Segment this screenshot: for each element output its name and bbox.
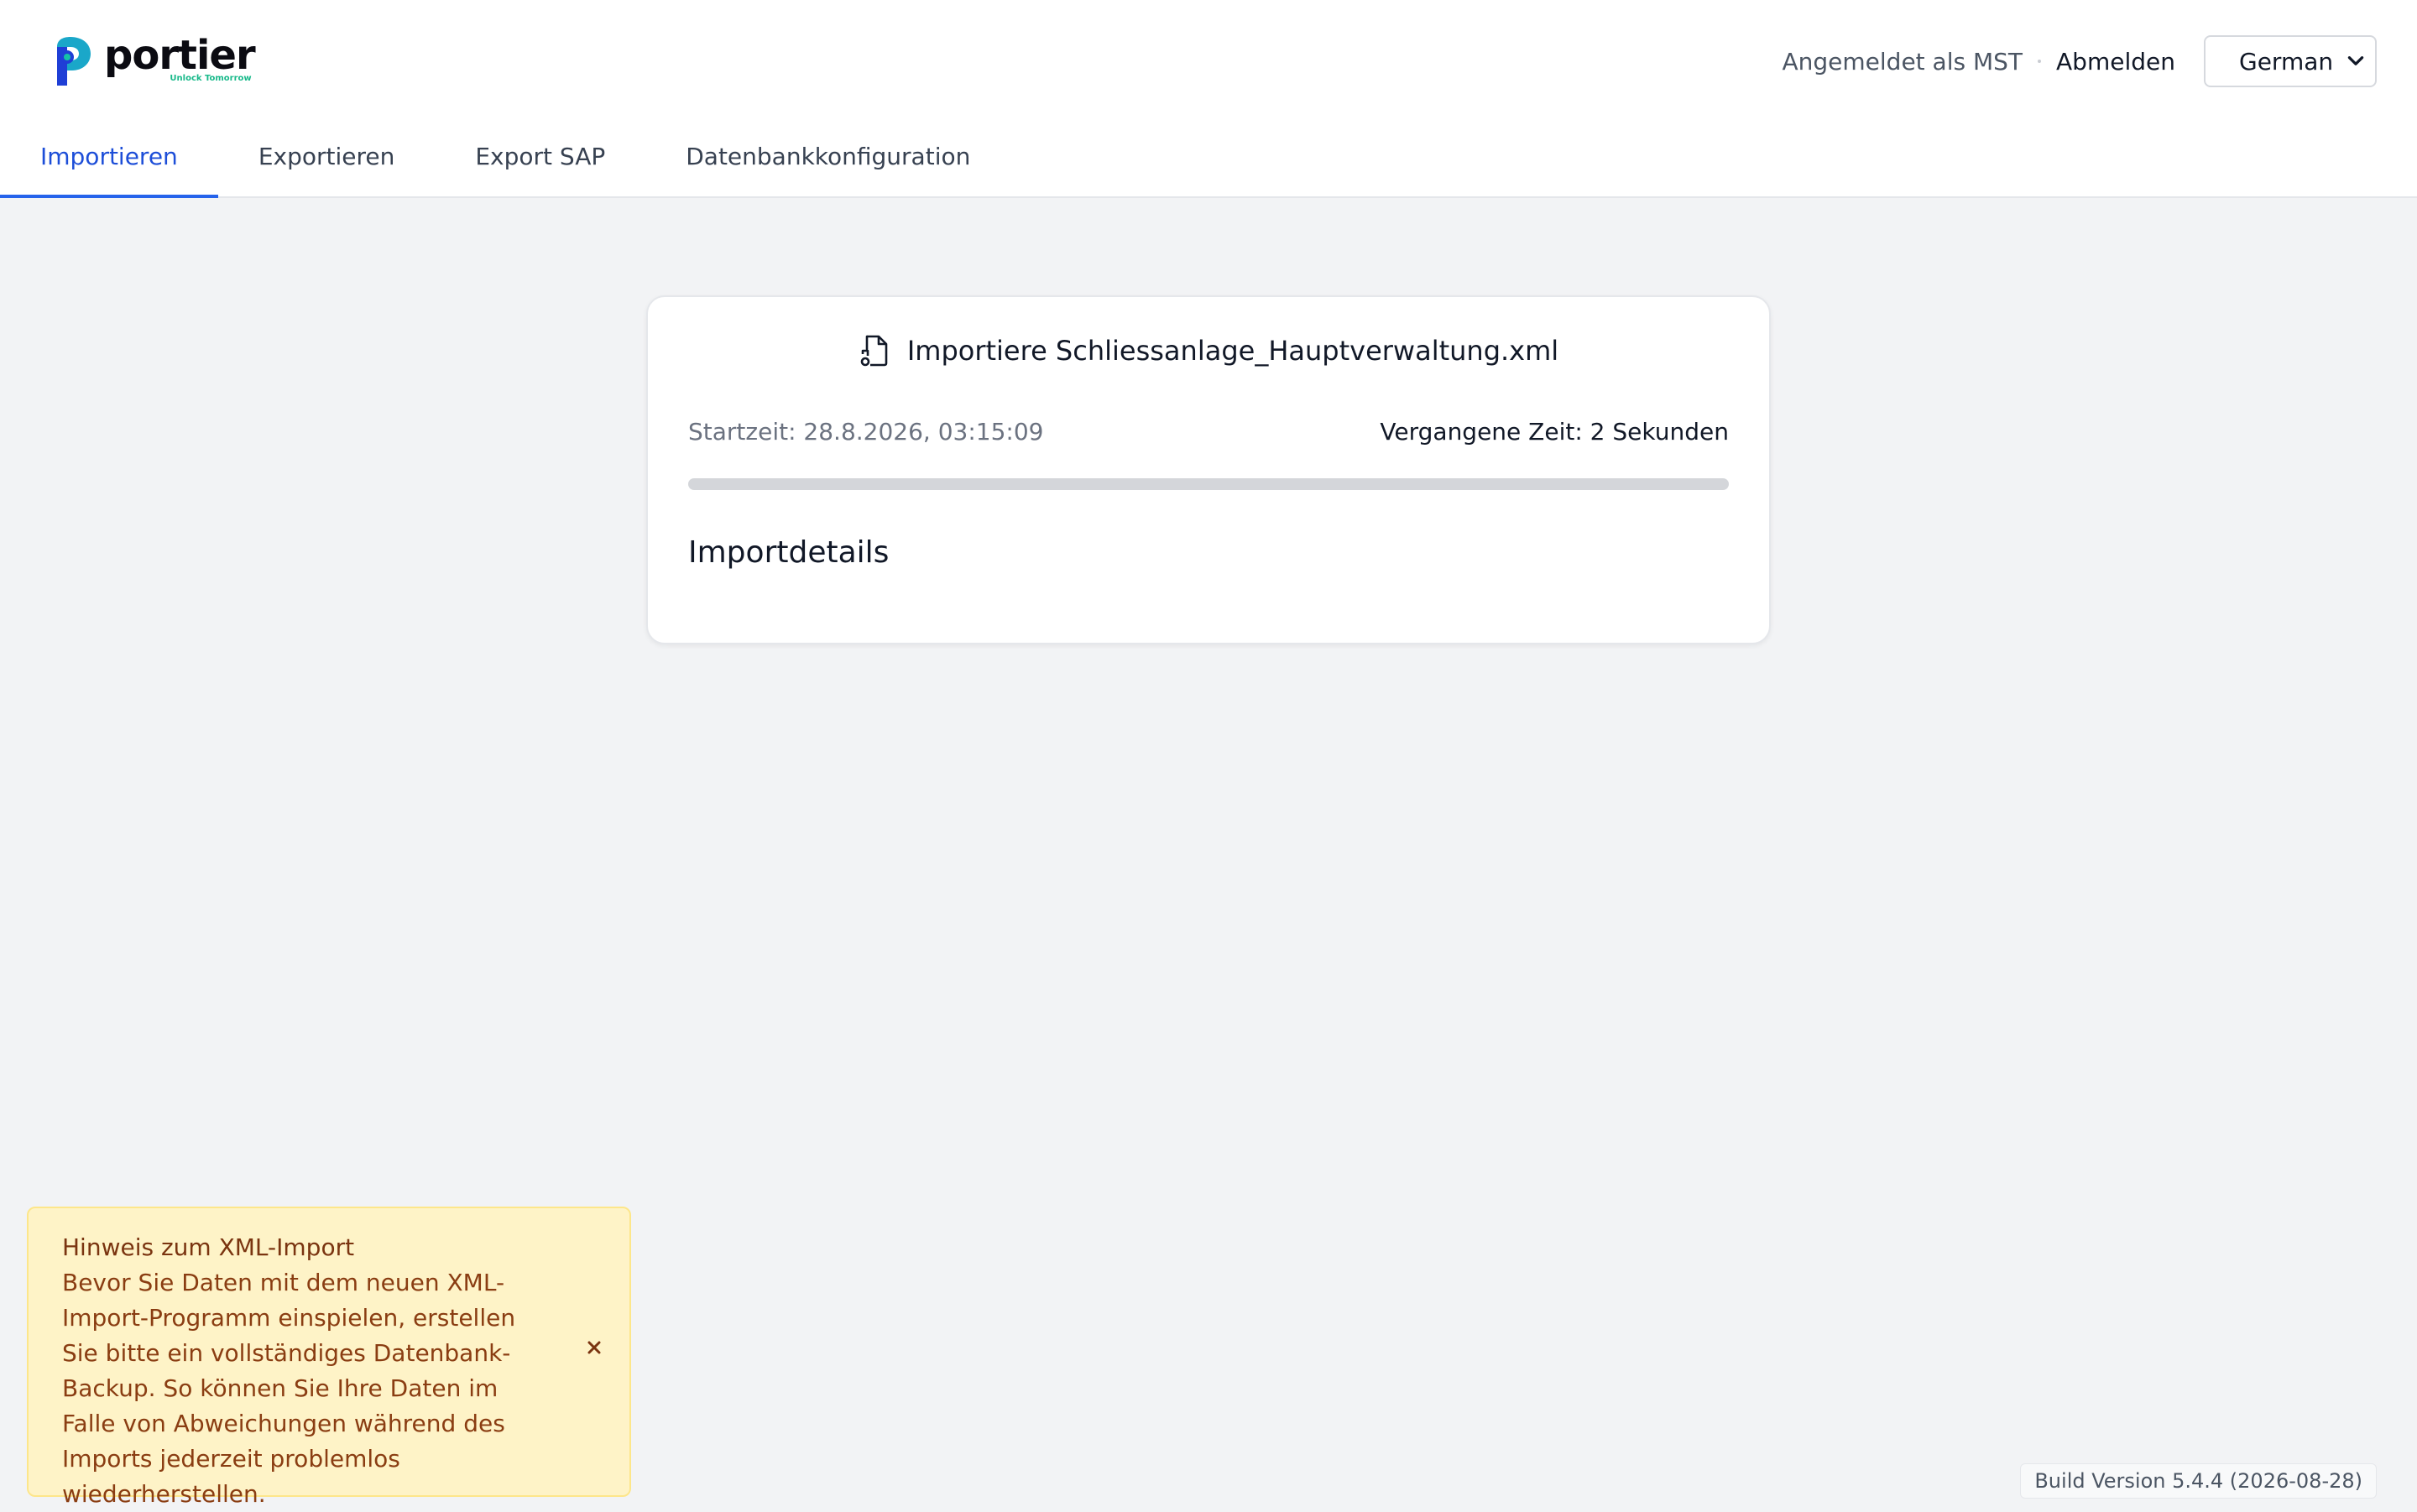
- main-tabs: Importieren Exportieren Export SAP Daten…: [0, 126, 1010, 198]
- elapsed-time: Vergangene Zeit: 2 Sekunden: [1380, 418, 1729, 446]
- logout-link[interactable]: Abmelden: [2056, 48, 2175, 76]
- tab-importieren[interactable]: Importieren: [0, 126, 218, 198]
- import-progress-bar: [688, 478, 1729, 490]
- start-time: Startzeit: 28.8.2026, 03:15:09: [688, 418, 1044, 446]
- brand-name: portier: [104, 32, 256, 79]
- tab-datenbankkonfiguration[interactable]: Datenbankkonfiguration: [645, 126, 1010, 196]
- xml-import-notice: Hinweis zum XML-Import Bevor Sie Daten m…: [27, 1207, 631, 1508]
- import-title-text: Importiere Schliessanlage_Hauptverwaltun…: [906, 335, 1559, 367]
- import-progress-card: Importiere Schliessanlage_Hauptverwaltun…: [646, 295, 1771, 644]
- language-select-value: German: [2239, 47, 2334, 76]
- notice-body: Bevor Sie Daten mit dem neuen XML-Import…: [62, 1269, 516, 1508]
- tab-label: Importieren: [40, 143, 178, 170]
- tab-label: Exportieren: [258, 143, 395, 170]
- import-details-heading: Importdetails: [688, 535, 890, 570]
- import-title: Importiere Schliessanlage_Hauptverwaltun…: [648, 334, 1769, 368]
- chevron-down-icon: [2347, 56, 2364, 65]
- brand-tagline: Unlock Tomorrow: [170, 74, 252, 83]
- tab-label: Datenbankkonfiguration: [686, 143, 971, 170]
- build-version: Build Version 5.4.4 (2026-08-28): [2020, 1463, 2377, 1499]
- close-icon[interactable]: [584, 1337, 604, 1358]
- tab-export-sap[interactable]: Export SAP: [435, 126, 645, 196]
- file-import-icon: [860, 335, 888, 367]
- tab-label: Export SAP: [475, 143, 606, 170]
- app-header: portier Unlock Tomorrow Angemeldet als M…: [0, 0, 2417, 198]
- logged-in-label: Angemeldet als MST: [1782, 47, 2023, 76]
- tab-exportieren[interactable]: Exportieren: [218, 126, 436, 196]
- portier-logo[interactable]: portier Unlock Tomorrow: [52, 32, 256, 91]
- separator-dot: [2038, 60, 2042, 63]
- notice-title: Hinweis zum XML-Import: [62, 1233, 355, 1261]
- user-area: Angemeldet als MST Abmelden German: [1782, 35, 2377, 87]
- language-select[interactable]: German: [2204, 35, 2377, 87]
- portier-logo-icon: [57, 37, 91, 86]
